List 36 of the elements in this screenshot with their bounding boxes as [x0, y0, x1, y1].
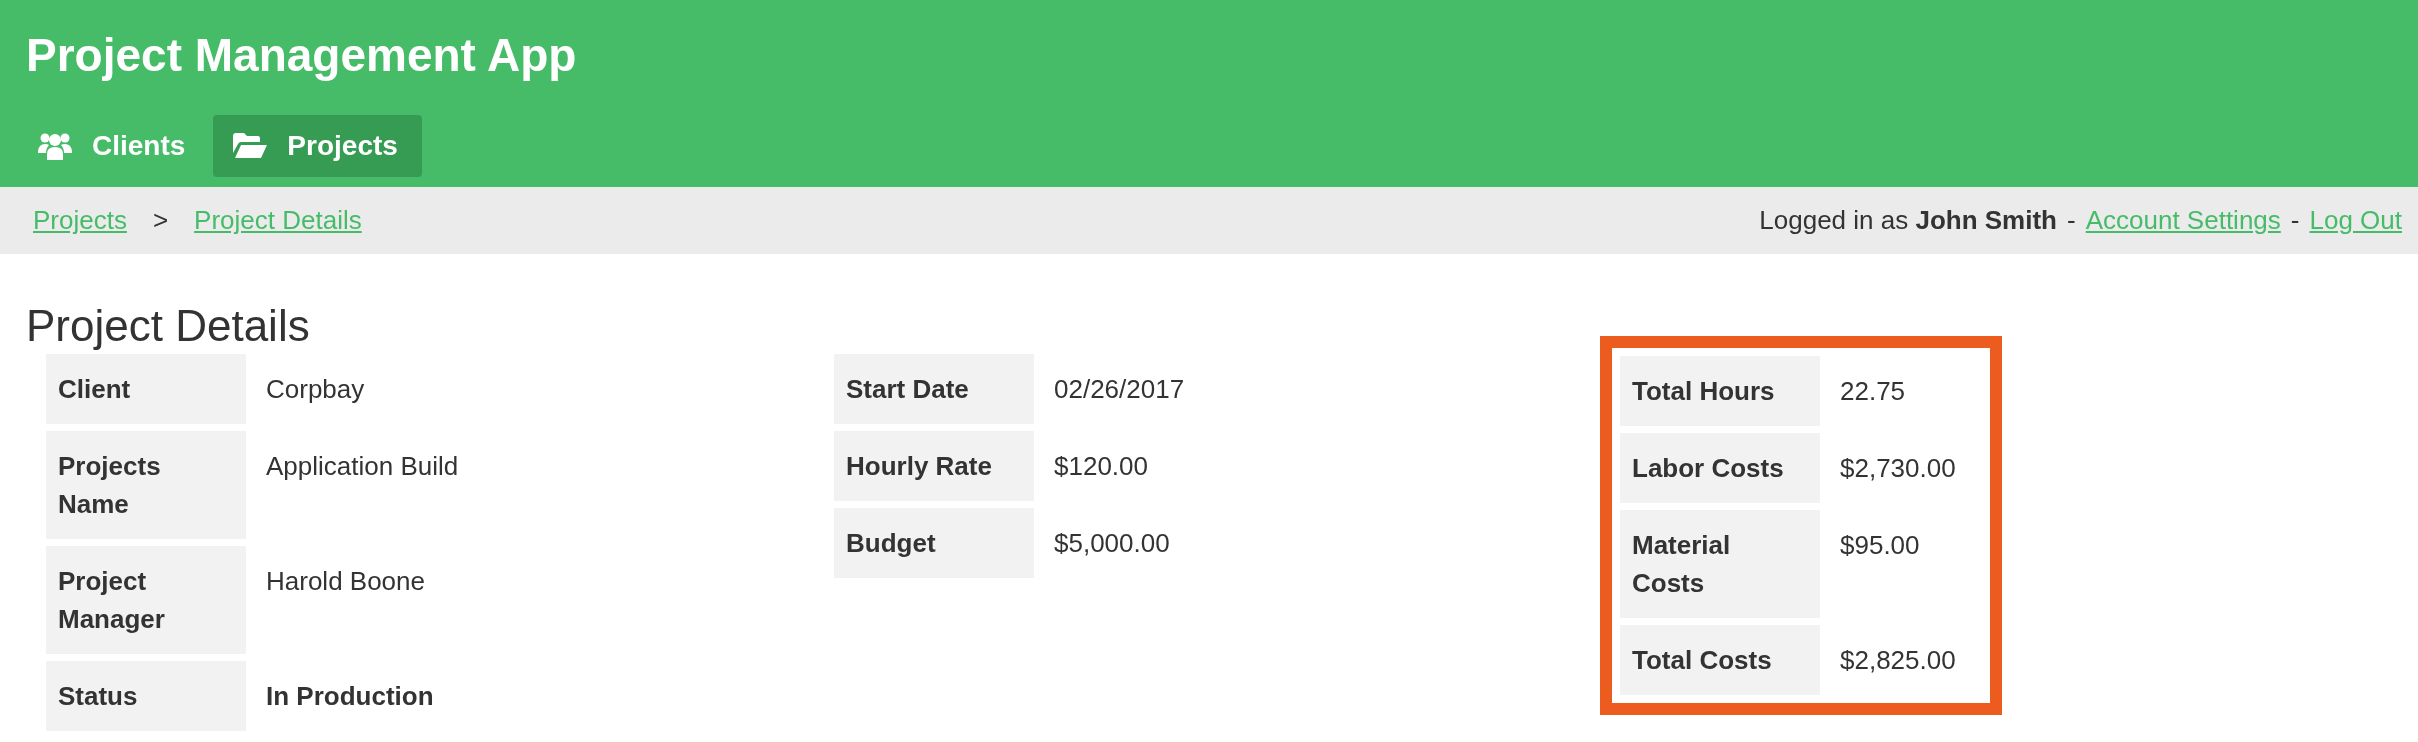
page-title: Project Details: [26, 300, 311, 352]
separator-dash: -: [2290, 205, 2300, 236]
label-cell: Project Manager: [46, 546, 246, 654]
label-cell: Projects Name: [46, 431, 246, 539]
users-icon: [38, 131, 72, 161]
nav-tab[interactable]: Projects: [213, 115, 422, 177]
login-status: Logged in as John Smith: [1759, 205, 2057, 236]
label-cell: Status: [46, 661, 246, 731]
value-cell-text: $5,000.00: [1053, 527, 1171, 560]
value-cell-text: $95.00: [1839, 529, 1921, 562]
app-title: Project Management App: [26, 28, 578, 83]
nav-tab[interactable]: Clients: [18, 115, 210, 177]
account-link[interactable]: Account Settings: [2085, 205, 2281, 236]
folder-icon: [233, 133, 268, 159]
value-cell-text: 22.75: [1839, 375, 1907, 408]
label-cell: Material Costs: [1620, 510, 1820, 618]
value-cell-text: 02/26/2017: [1053, 373, 1186, 406]
value-cell-text: Corpbay: [265, 373, 366, 406]
value-cell-text: Harold Boone: [265, 565, 426, 598]
breadcrumb-link[interactable]: Projects: [33, 205, 127, 236]
value-cell-text: In Production: [265, 680, 435, 713]
separator-dash: -: [2067, 205, 2076, 236]
value-cell-text: $120.00: [1053, 450, 1149, 483]
value-cell-text: Application Build: [265, 450, 460, 483]
account-link[interactable]: Log Out: [2309, 205, 2402, 236]
label-cell: Hourly Rate: [834, 431, 1034, 501]
label-cell: Start Date: [834, 354, 1034, 424]
label-cell: Labor Costs: [1620, 433, 1820, 503]
breadcrumb-separator: >: [152, 205, 169, 236]
label-cell: Budget: [834, 508, 1034, 578]
label-cell: Client: [46, 354, 246, 424]
label-cell: Total Hours: [1620, 356, 1820, 426]
value-cell-text: $2,825.00: [1839, 644, 1957, 677]
value-cell-text: $2,730.00: [1839, 452, 1957, 485]
breadcrumb-link[interactable]: Project Details: [194, 205, 362, 236]
label-cell: Total Costs: [1620, 625, 1820, 695]
